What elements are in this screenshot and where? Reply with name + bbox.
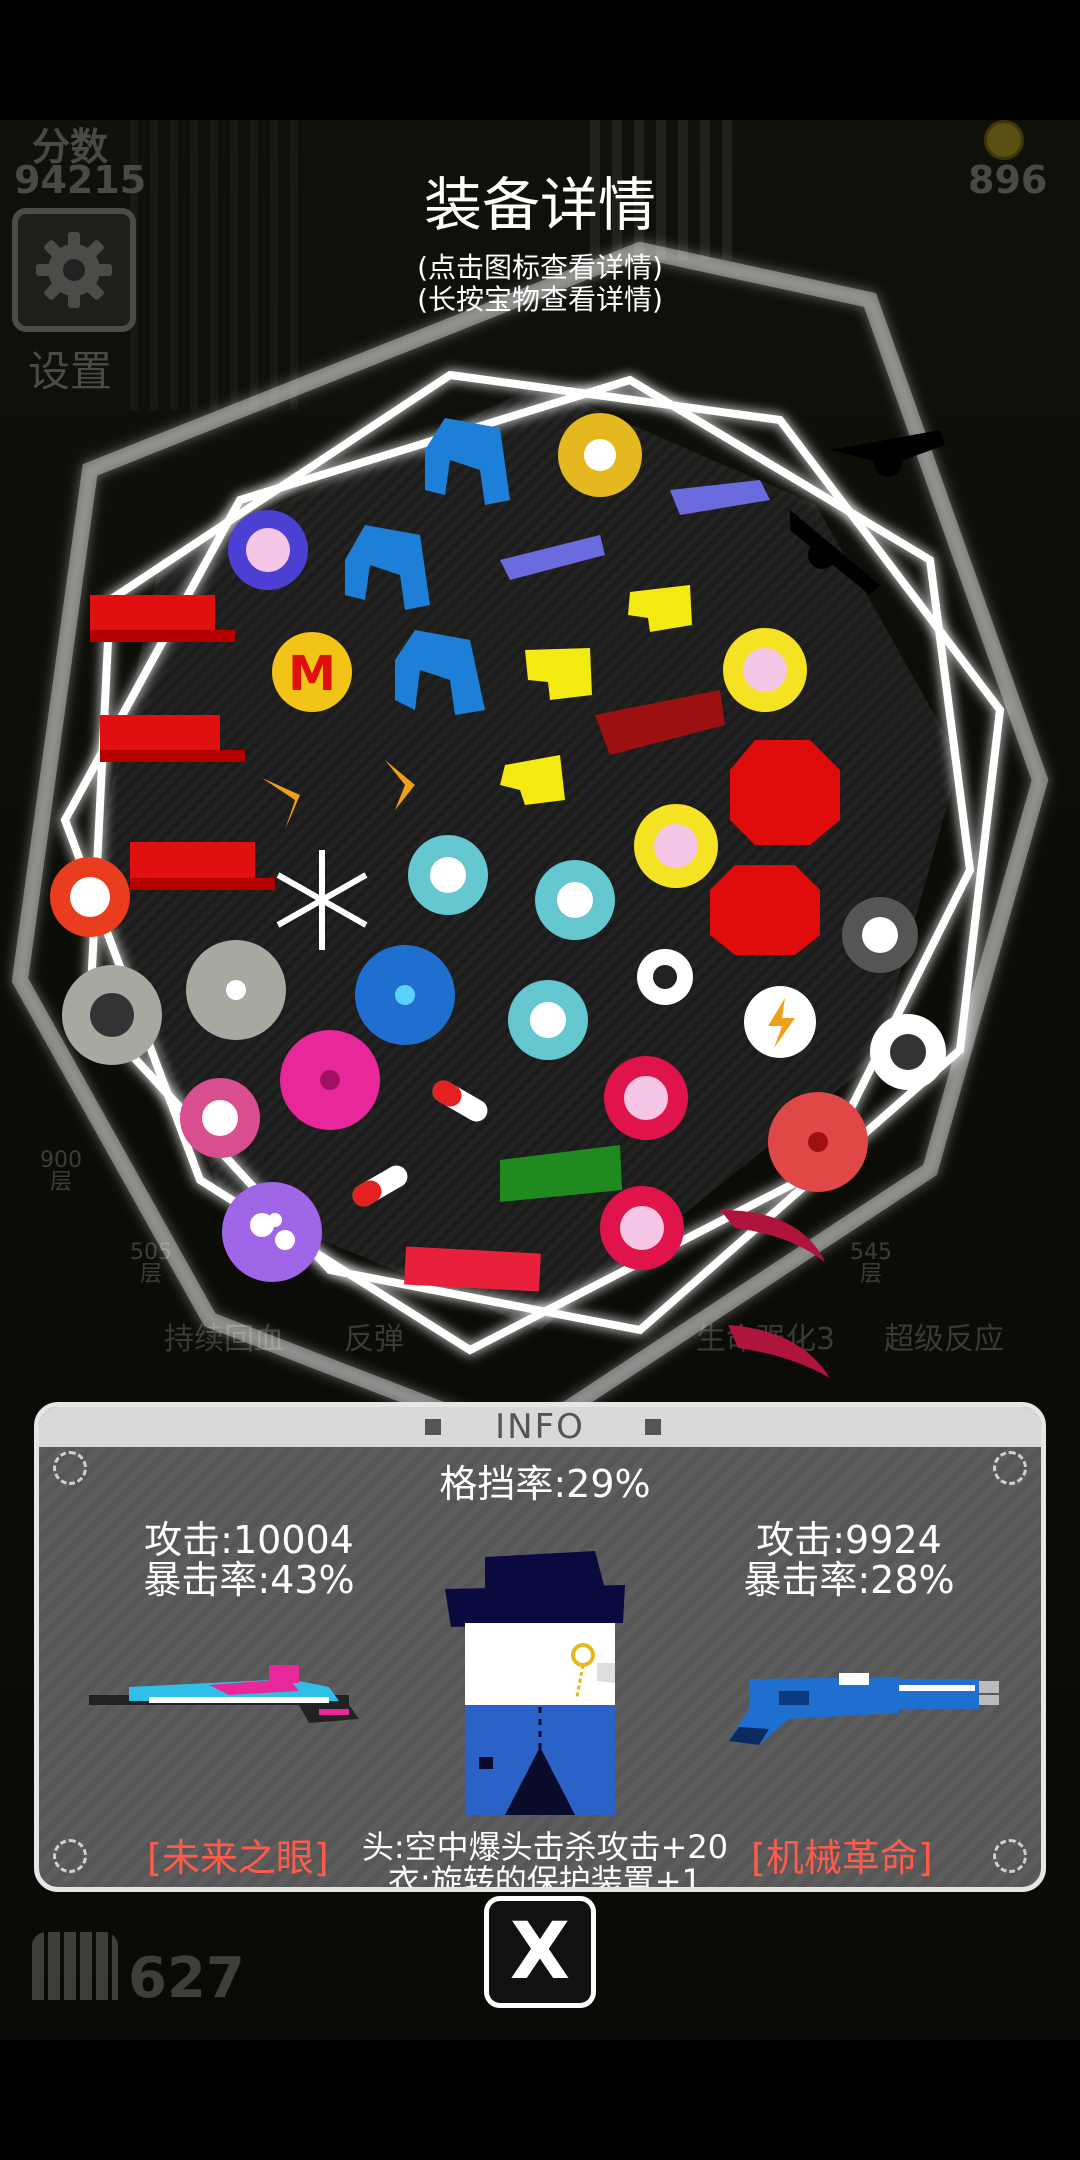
crimson-gear-item[interactable] <box>600 1186 684 1270</box>
teal-gear-item[interactable] <box>535 860 615 940</box>
red-bar-item[interactable] <box>90 595 235 642</box>
treasure-display: M <box>11 241 1049 1410</box>
coin-icon <box>984 120 1024 160</box>
gold-gear-item[interactable] <box>558 413 642 497</box>
info-title: INFO <box>495 1407 585 1447</box>
left-weapon-icon[interactable] <box>89 1657 379 1737</box>
svg-text:M: M <box>288 646 336 702</box>
grey-disc-item[interactable] <box>62 965 162 1065</box>
body-bonus: 衣:旋转的保护装置+1 <box>388 1862 702 1892</box>
ammo-icon <box>32 1932 118 2000</box>
right-weapon-name: [机械革命] <box>751 1836 933 1880</box>
crimson-gear-item[interactable] <box>604 1056 688 1140</box>
corner-ring-icon <box>993 1839 1027 1873</box>
yellow-gear-item[interactable] <box>723 628 807 712</box>
grey-gear-item[interactable] <box>842 897 918 973</box>
head-bonus: 头:空中爆头击杀攻击+20 <box>361 1828 729 1866</box>
close-button[interactable]: X <box>484 1896 596 2008</box>
teal-gear-item[interactable] <box>408 835 488 915</box>
info-panel: INFO 格挡率:29% 攻击:10004 暴击率:43% 攻击:9924 暴击… <box>34 1402 1046 1892</box>
orange-gear-item[interactable] <box>50 857 130 937</box>
red-bar-item[interactable] <box>130 842 275 890</box>
red-octagon-item[interactable] <box>730 740 840 845</box>
teal-gear-item[interactable] <box>508 980 588 1060</box>
left-weapon-name: [未来之眼] <box>147 1836 329 1880</box>
corner-ring-icon <box>53 1451 87 1485</box>
white-gear-item[interactable] <box>870 1014 946 1090</box>
white-ring-item[interactable] <box>637 949 693 1005</box>
lightning-coin-item[interactable] <box>744 986 816 1058</box>
bottom-letterbox <box>0 2040 1080 2160</box>
corner-ring-icon <box>993 1451 1027 1485</box>
top-letterbox <box>0 0 1080 120</box>
block-rate: 格挡率:29% <box>439 1462 651 1506</box>
corner-ring-icon <box>53 1839 87 1873</box>
yellow-m-coin-item[interactable]: M <box>272 632 352 712</box>
right-weapon-attack: 攻击:9924 <box>756 1518 942 1562</box>
octagon-frame <box>11 241 1049 1410</box>
pink-gear-item[interactable] <box>180 1078 260 1158</box>
lavender-disc-item[interactable] <box>222 1182 322 1282</box>
player-character <box>445 1551 625 1815</box>
ammo-count: 627 <box>128 1946 245 2011</box>
pink-disc-item[interactable] <box>280 1030 380 1130</box>
crimson-claw-item[interactable] <box>728 1325 830 1378</box>
purple-gear-item[interactable] <box>228 510 308 590</box>
grey-disc-item[interactable] <box>186 940 286 1040</box>
right-weapon-crit: 暴击率:28% <box>743 1558 955 1602</box>
red-stick-item[interactable] <box>404 1246 541 1292</box>
red-octagon-item[interactable] <box>710 865 820 955</box>
left-weapon-attack: 攻击:10004 <box>144 1518 354 1562</box>
right-weapon-icon[interactable] <box>719 1669 1019 1749</box>
left-weapon-crit: 暴击率:43% <box>143 1558 355 1602</box>
blue-disc-item[interactable] <box>355 945 455 1045</box>
red-disc-item[interactable] <box>768 1092 868 1192</box>
yellow-gear-item[interactable] <box>634 804 718 888</box>
